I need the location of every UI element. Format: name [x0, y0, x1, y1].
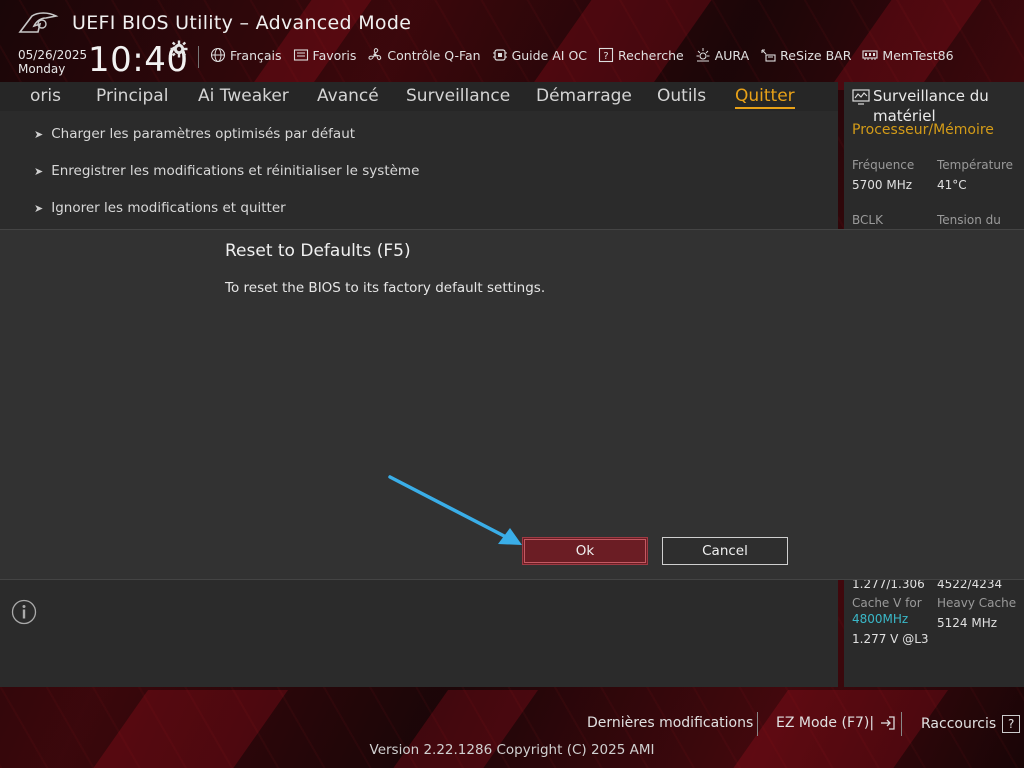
- monitor-header: Surveillance du matériel: [852, 86, 1022, 126]
- tension-label: Tension du: [937, 213, 1001, 227]
- menu-item-label: Ignorer les modifications et quitter: [51, 200, 286, 216]
- qfan-button[interactable]: Contrôle Q-Fan: [367, 47, 481, 63]
- menu-item-save-reset[interactable]: ➤ Enregistrer les modifications et réini…: [34, 163, 419, 179]
- weekday-text: Monday: [18, 62, 66, 76]
- cancel-button[interactable]: Cancel: [662, 537, 788, 565]
- favorites-icon: [293, 49, 308, 61]
- tab-quitter[interactable]: Quitter: [735, 86, 795, 109]
- frequency-value: 5700 MHz: [852, 178, 913, 192]
- menu-item-label: Enregistrer les modifications et réiniti…: [51, 163, 420, 179]
- monitor-subtitle: Processeur/Mémoire: [852, 122, 994, 138]
- aura-label: AURA: [714, 47, 750, 63]
- language-button[interactable]: Français: [210, 47, 282, 63]
- heavy-cache-value: 5124 MHz: [937, 616, 998, 630]
- memtest-button[interactable]: MemTest86: [862, 47, 954, 63]
- globe-icon: [210, 47, 226, 63]
- heavy-cache-label: Heavy Cache: [937, 596, 1017, 610]
- ez-mode-button[interactable]: EZ Mode (F7)|: [776, 715, 896, 731]
- favorites-label: Favoris: [312, 47, 357, 63]
- monitor-title: Surveillance du matériel: [873, 87, 989, 125]
- date-display: 05/26/2025 Monday: [18, 48, 87, 76]
- tab-surveillance[interactable]: Surveillance: [406, 86, 510, 106]
- last-changes-button[interactable]: Dernières modifications: [587, 715, 753, 731]
- exit-arrow-icon: [881, 716, 895, 730]
- menu-item-discard-exit[interactable]: ➤ Ignorer les modifications et quitter: [34, 200, 286, 216]
- info-icon: [11, 599, 37, 625]
- toolbar: Français Favoris Contrôle Q-Fan Guide AI…: [210, 47, 954, 63]
- resize-bar-icon: [761, 49, 776, 62]
- date-text: 05/26/2025: [18, 48, 88, 62]
- resize-bar-label: ReSize BAR: [780, 47, 852, 63]
- shortcuts-label: Raccourcis: [921, 716, 997, 732]
- frequency-label: Fréquence: [852, 158, 915, 172]
- language-label: Français: [230, 47, 282, 63]
- cache-label: Cache V for: [852, 596, 922, 610]
- memtest-icon: [862, 50, 878, 60]
- svg-text:?: ?: [603, 51, 608, 62]
- footer-divider: [757, 712, 758, 736]
- menu-item-label: Charger les paramètres optimisés par déf…: [51, 126, 356, 142]
- gear-icon[interactable]: [170, 40, 188, 58]
- l3-voltage-value: 1.277 V @L3: [852, 632, 929, 646]
- chevron-right-icon: ➤: [34, 127, 44, 141]
- aura-light-icon: [696, 48, 710, 62]
- ez-mode-label: EZ Mode (F7)|: [776, 715, 875, 731]
- tab-principal[interactable]: Principal: [96, 86, 168, 106]
- temperature-label: Température: [937, 158, 1014, 172]
- temperature-value: 41°C: [937, 178, 967, 192]
- tab-favoris[interactable]: oris: [30, 86, 61, 106]
- rog-logo-icon: [18, 12, 59, 33]
- resize-bar-button[interactable]: ReSize BAR: [760, 47, 851, 63]
- monitor-icon: [852, 89, 870, 105]
- chevron-right-icon: ➤: [34, 201, 44, 215]
- favorites-button[interactable]: Favoris: [293, 47, 357, 63]
- aura-button[interactable]: AURA: [695, 47, 749, 63]
- help-key-icon: ?: [1002, 715, 1021, 733]
- ai-oc-guide-button[interactable]: Guide AI OC: [492, 47, 587, 63]
- bclk-label: BCLK: [852, 213, 883, 227]
- dialog-title: Reset to Defaults (F5): [225, 241, 411, 261]
- version-text: Version 2.22.1286 Copyright (C) 2025 AMI: [369, 742, 655, 758]
- chevron-right-icon: ➤: [34, 164, 44, 178]
- search-button[interactable]: ? Recherche: [598, 47, 684, 63]
- footer: Dernières modifications EZ Mode (F7)| Ra…: [0, 687, 1024, 768]
- shortcuts-button[interactable]: Raccourcis ?: [921, 715, 1021, 733]
- app-title: UEFI BIOS Utility – Advanced Mode: [72, 12, 412, 34]
- ai-oc-guide-label: Guide AI OC: [511, 47, 588, 63]
- qfan-label: Contrôle Q-Fan: [387, 47, 481, 63]
- dialog-message: To reset the BIOS to its factory default…: [225, 280, 546, 296]
- cache-frequency: 4800MHz: [852, 612, 909, 626]
- tab-avance[interactable]: Avancé: [317, 86, 379, 106]
- help-search-icon: ?: [598, 47, 614, 63]
- memtest-label: MemTest86: [882, 47, 954, 63]
- menu-item-load-defaults[interactable]: ➤ Charger les paramètres optimisés par d…: [34, 126, 355, 142]
- last-changes-label: Dernières modifications: [587, 715, 754, 731]
- search-label: Recherche: [618, 47, 684, 63]
- pointer-arrow-icon: [388, 475, 522, 545]
- tab-bar: oris Principal Ai Tweaker Avancé Surveil…: [0, 82, 838, 112]
- tab-demarrage[interactable]: Démarrage: [536, 86, 632, 106]
- header-divider: [198, 46, 199, 68]
- header: UEFI BIOS Utility – Advanced Mode 05/26/…: [0, 0, 1024, 82]
- ok-button[interactable]: Ok: [522, 537, 648, 565]
- fan-icon: [368, 48, 382, 61]
- footer-divider: [901, 712, 902, 736]
- ai-chip-icon: [492, 49, 507, 61]
- tab-ai-tweaker[interactable]: Ai Tweaker: [198, 86, 289, 106]
- tab-outils[interactable]: Outils: [657, 86, 706, 106]
